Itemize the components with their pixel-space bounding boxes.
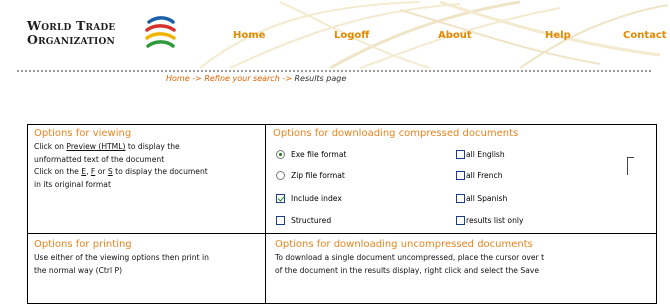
option-label: Zip file format bbox=[291, 171, 345, 180]
radio-unselected-icon[interactable] bbox=[276, 171, 285, 180]
text: To download a single document uncompress… bbox=[275, 253, 545, 262]
uncompressed-download-panel: Options for downloading uncompressed doc… bbox=[265, 233, 657, 304]
text: in its original format bbox=[34, 179, 111, 189]
logo-line-1: World Trade bbox=[27, 18, 116, 33]
wto-logo-icon[interactable] bbox=[143, 12, 177, 58]
logo-line-2: Organization bbox=[27, 32, 115, 47]
text: or bbox=[95, 167, 108, 176]
exe-format-option[interactable]: Exe file format bbox=[276, 150, 346, 160]
nav-home-link[interactable]: Home bbox=[233, 30, 265, 41]
all-english-option[interactable]: all English bbox=[456, 150, 505, 160]
checkbox-unchecked-icon[interactable] bbox=[456, 216, 465, 225]
nav-help-link[interactable]: Help bbox=[545, 30, 571, 41]
option-label: all English bbox=[466, 150, 505, 159]
option-label: Include index bbox=[291, 194, 342, 203]
breadcrumb: Home -> Refine your search -> Results pa… bbox=[166, 74, 346, 83]
nav-logoff-link[interactable]: Logoff bbox=[334, 30, 369, 41]
checkbox-checked-icon[interactable] bbox=[276, 194, 285, 203]
panel-title: Options for viewing bbox=[34, 128, 132, 139]
breadcrumb-separator: -> bbox=[279, 74, 295, 83]
radio-selected-icon[interactable] bbox=[276, 150, 285, 159]
option-label: results list only bbox=[466, 216, 524, 225]
structured-option[interactable]: Structured bbox=[276, 216, 331, 226]
text: of the document in the results display, … bbox=[275, 265, 540, 275]
panel-title: Options for downloading uncompressed doc… bbox=[275, 239, 533, 250]
header-divider bbox=[17, 70, 651, 72]
text: to display the bbox=[125, 142, 180, 151]
breadcrumb-current: Results page bbox=[294, 74, 347, 83]
breadcrumb-refine[interactable]: Refine your search bbox=[204, 74, 279, 83]
option-label: Exe file format bbox=[291, 150, 347, 159]
checkbox-unchecked-icon[interactable] bbox=[456, 171, 465, 180]
text: the normal way (Ctrl P) bbox=[34, 265, 123, 275]
all-french-option[interactable]: all French bbox=[456, 171, 503, 181]
checkbox-unchecked-icon[interactable] bbox=[456, 150, 465, 159]
partial-control-edge bbox=[627, 157, 634, 175]
checkbox-unchecked-icon[interactable] bbox=[276, 216, 285, 225]
zip-format-option[interactable]: Zip file format bbox=[276, 171, 345, 181]
all-spanish-option[interactable]: all Spanish bbox=[456, 194, 507, 204]
nav-about-link[interactable]: About bbox=[438, 30, 472, 41]
compressed-download-panel: Options for downloading compressed docum… bbox=[265, 124, 657, 234]
viewing-instructions: Click on Preview (HTML) to display the u… bbox=[34, 141, 265, 191]
preview-html-link[interactable]: Preview (HTML) bbox=[66, 142, 125, 151]
text: Click on the bbox=[34, 167, 82, 176]
breadcrumb-home[interactable]: Home bbox=[166, 74, 190, 83]
include-index-option[interactable]: Include index bbox=[276, 194, 342, 204]
checkbox-unchecked-icon[interactable] bbox=[456, 194, 465, 203]
option-label: Structured bbox=[291, 216, 332, 225]
printing-options-panel: Options for printing Use either of the v… bbox=[27, 233, 266, 304]
panel-title: Options for printing bbox=[34, 239, 132, 250]
nav-contact-link[interactable]: Contact bbox=[623, 30, 667, 41]
printing-instructions: Use either of the viewing options then p… bbox=[34, 252, 265, 277]
viewing-options-panel: Options for viewing Click on Preview (HT… bbox=[27, 124, 266, 234]
results-list-only-option[interactable]: results list only bbox=[456, 216, 523, 226]
uncompressed-instructions: To download a single document uncompress… bbox=[275, 252, 656, 277]
text: to display the document bbox=[112, 167, 208, 176]
panel-title: Options for downloading compressed docum… bbox=[273, 128, 519, 139]
wto-wordmark[interactable]: World Trade Organization bbox=[27, 19, 115, 47]
option-label: all Spanish bbox=[466, 194, 508, 203]
site-header: World Trade Organization Home Logoff Abo… bbox=[0, 0, 670, 70]
option-label: all French bbox=[466, 171, 503, 180]
breadcrumb-separator: -> bbox=[189, 74, 205, 83]
text: Click on bbox=[34, 142, 67, 151]
text: unformatted text of the document bbox=[34, 154, 165, 164]
text: Use either of the viewing options then p… bbox=[34, 253, 209, 262]
